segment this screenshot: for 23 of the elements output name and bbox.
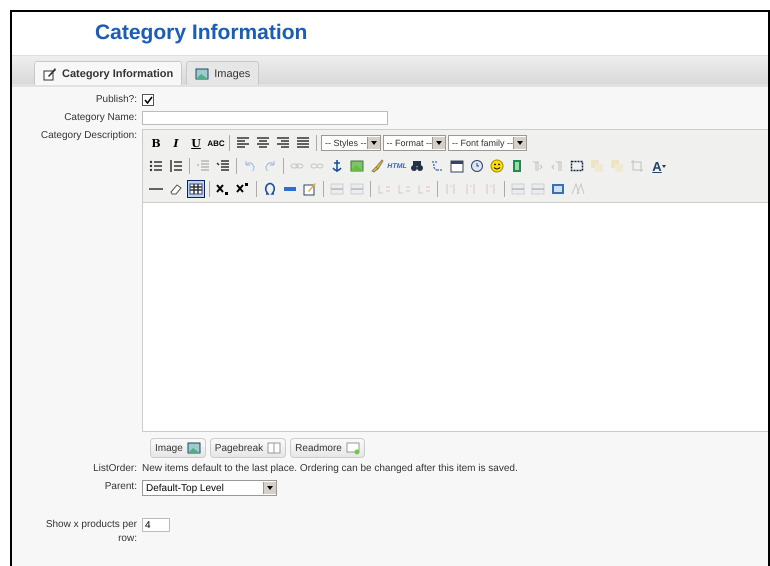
- toolbar-dropdown[interactable]: -- Styles --: [321, 135, 380, 151]
- toolbar-button[interactable]: ABC: [207, 134, 225, 152]
- toolbar-button[interactable]: B: [147, 134, 165, 152]
- toolbar-button[interactable]: U: [187, 134, 205, 152]
- field-label: Publish?:: [94, 93, 137, 107]
- field-label: Category Description:: [40, 129, 137, 143]
- tab[interactable]: Images: [186, 61, 260, 85]
- parent-dropdown[interactable]: Default-Top Level: [142, 480, 277, 496]
- field-label: Parent:: [104, 480, 137, 494]
- field-label: ListOrder:: [92, 462, 137, 476]
- toolbar-button[interactable]: A: [648, 157, 670, 175]
- toolbar-dropdown[interactable]: -- Format --: [382, 135, 446, 151]
- toolbar-dropdown[interactable]: -- Font family --: [448, 135, 528, 151]
- editor-button[interactable]: Readmore: [290, 438, 365, 458]
- editor-button[interactable]: Image: [150, 438, 206, 458]
- editor-button[interactable]: Pagebreak: [210, 438, 286, 458]
- field-label: Show x products per row:: [44, 518, 137, 546]
- page-title: Category Information: [95, 21, 308, 46]
- products-per-row-field[interactable]: 4: [142, 518, 170, 532]
- tab[interactable]: Category Information: [34, 61, 182, 85]
- field-label: Category Name:: [63, 111, 137, 125]
- toolbar-button[interactable]: I: [167, 134, 185, 152]
- list-order-text: New items default to the last place. Ordering can be changed after this item is saved.: [142, 462, 518, 476]
